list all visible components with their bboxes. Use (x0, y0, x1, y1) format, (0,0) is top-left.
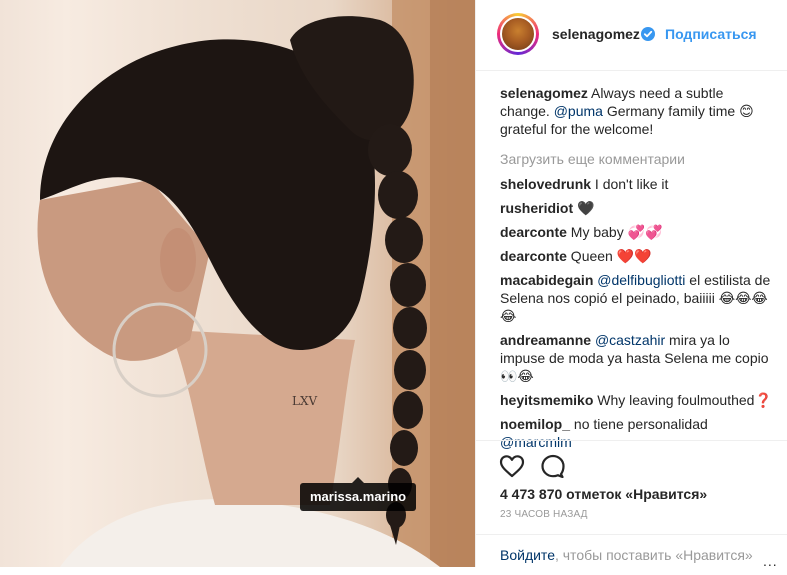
avatar[interactable] (500, 16, 536, 52)
login-link[interactable]: Войдите (500, 547, 555, 563)
comment-username[interactable]: andreamanne (500, 332, 591, 348)
comment-username[interactable]: rusheridiot (500, 200, 573, 216)
comment-item: shelovedrunk I don't like it (500, 175, 776, 193)
login-text: , чтобы поставить «Нравится» (554, 547, 753, 563)
comment-icon[interactable] (540, 454, 566, 478)
login-bar: Войдите, чтобы поставить «Нравится» ... (476, 534, 787, 575)
likes-count[interactable]: 4 473 870 отметок «Нравится» (500, 486, 707, 502)
comment-mention[interactable]: @castzahir (595, 332, 665, 348)
comment-text: 🖤 (573, 200, 595, 216)
comments-list: selenagomez Always need a subtle change.… (500, 84, 776, 457)
post-header: selenagomez Подписаться (476, 0, 787, 71)
post-timestamp[interactable]: 23 ЧАСОВ НАЗАД (500, 509, 588, 520)
post-caption: selenagomez Always need a subtle change.… (500, 84, 776, 138)
comment-item: heyitsmemiko Why leaving foulmouthed❓ (500, 391, 776, 409)
comment-text: My baby 💞💞 (566, 224, 663, 240)
post-photo[interactable]: LXV marissa.marino (0, 0, 475, 567)
post-actions: 4 473 870 отметок «Нравится» 23 ЧАСОВ НА… (476, 440, 787, 571)
comment-username[interactable]: heyitsmemiko (500, 392, 593, 408)
comment-text: no tiene personalidad (570, 416, 708, 432)
comment-username[interactable]: dearconte (500, 224, 567, 240)
comment-text: Queen ❤️❤️ (566, 248, 652, 264)
heart-icon[interactable] (499, 454, 525, 478)
login-prompt: Войдите, чтобы поставить «Нравится» (500, 547, 753, 563)
comment-text: Why leaving foulmouthed❓ (593, 392, 772, 408)
svg-text:LXV: LXV (292, 394, 318, 408)
post-sidebar: selenagomez Подписаться selenagomez Alwa… (475, 0, 787, 569)
comment-item: rusheridiot 🖤 (500, 199, 776, 217)
verified-badge-icon (641, 27, 655, 41)
caption-username[interactable]: selenagomez (500, 85, 588, 101)
comment-username[interactable]: dearconte (500, 248, 567, 264)
caption-mention[interactable]: @puma (554, 103, 603, 119)
user-tag[interactable]: marissa.marino (300, 477, 417, 511)
story-ring[interactable] (497, 13, 539, 55)
comment-item: dearconte My baby 💞💞 (500, 223, 776, 241)
comment-username[interactable]: noemilop_ (500, 416, 570, 432)
comment-username[interactable]: macabidegain (500, 272, 593, 288)
follow-button[interactable]: Подписаться (665, 26, 757, 42)
comment-item: macabidegain @delfibugliotti el estilist… (500, 271, 776, 325)
comment-mention[interactable]: @delfibugliotti (597, 272, 685, 288)
comment-username[interactable]: shelovedrunk (500, 176, 591, 192)
header-username[interactable]: selenagomez (552, 26, 640, 42)
comment-item: andreamanne @castzahir mira ya lo impuse… (500, 331, 776, 385)
comment-text: I don't like it (591, 176, 669, 192)
load-more-comments-button[interactable]: Загрузить еще комментарии (500, 150, 776, 168)
photo-illustration: LXV (37, 0, 475, 567)
comment-item: dearconte Queen ❤️❤️ (500, 247, 776, 265)
